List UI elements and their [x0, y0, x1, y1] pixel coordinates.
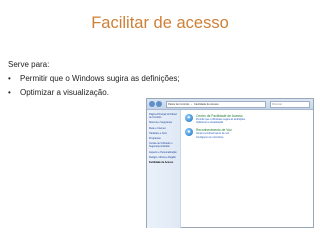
sidebar-item-hardware[interactable]: Hardware e Som — [149, 132, 178, 135]
sidebar: Página Principal do Painel de Controlo S… — [147, 110, 181, 228]
bullet-text: Permitir que o Windows sugira as definiç… — [20, 74, 180, 83]
section-speech-recognition: ● Reconhecimento de Voz Iniciar reconhec… — [185, 128, 311, 139]
forward-arrow-icon[interactable] — [156, 101, 162, 107]
breadcrumb-item[interactable]: Facilidade de Acesso — [194, 103, 219, 106]
slide-body: Serve para: • Permitir que o Windows sug… — [8, 58, 248, 100]
bullet-text: Optimizar a visualização. — [20, 88, 109, 97]
control-panel-screenshot: Painel de Controlo › Facilidade de Acess… — [146, 98, 314, 228]
bullet-dot-icon: • — [8, 88, 11, 97]
back-arrow-icon[interactable] — [149, 101, 155, 107]
sidebar-item-network[interactable]: Rede e Internet — [149, 127, 178, 130]
bullet-item: • Permitir que o Windows sugira as defin… — [8, 72, 248, 86]
sidebar-item-ease-of-access[interactable]: Facilidade de Acesso — [149, 161, 178, 164]
content-area: ✦ Centro de Facilidade de Acesso Permiti… — [185, 114, 311, 143]
bullet-dot-icon: • — [8, 74, 11, 83]
slide-intro: Serve para: — [8, 60, 50, 69]
sidebar-item-accounts[interactable]: Contas de Utilizador e Segurança Familia… — [149, 142, 178, 148]
sidebar-item-clock-region[interactable]: Relógio, Idioma e Região — [149, 156, 178, 159]
section-link[interactable]: Optimizar a visualização — [196, 121, 245, 124]
sidebar-item-home[interactable]: Página Principal do Painel de Controlo — [149, 113, 178, 119]
breadcrumb[interactable]: Painel de Controlo › Facilidade de Acess… — [166, 100, 266, 108]
slide-title: Facilitar de acesso — [91, 14, 229, 32]
address-bar: Painel de Controlo › Facilidade de Acess… — [147, 99, 313, 110]
breadcrumb-separator-icon: › — [191, 102, 193, 106]
section-link[interactable]: Configurar um microfone — [196, 136, 232, 139]
section-ease-of-access-center: ✦ Centro de Facilidade de Acesso Permiti… — [185, 114, 311, 124]
sidebar-item-system-security[interactable]: Sistema e Segurança — [149, 121, 178, 124]
sidebar-item-appearance[interactable]: Aspecto e Personalização — [149, 151, 178, 154]
speech-recognition-icon: ● — [185, 128, 193, 137]
ease-of-access-icon: ✦ — [185, 114, 193, 122]
breadcrumb-item[interactable]: Painel de Controlo — [168, 103, 189, 106]
sidebar-item-programs[interactable]: Programas — [149, 137, 178, 140]
search-input[interactable]: Procurar — [270, 100, 310, 108]
